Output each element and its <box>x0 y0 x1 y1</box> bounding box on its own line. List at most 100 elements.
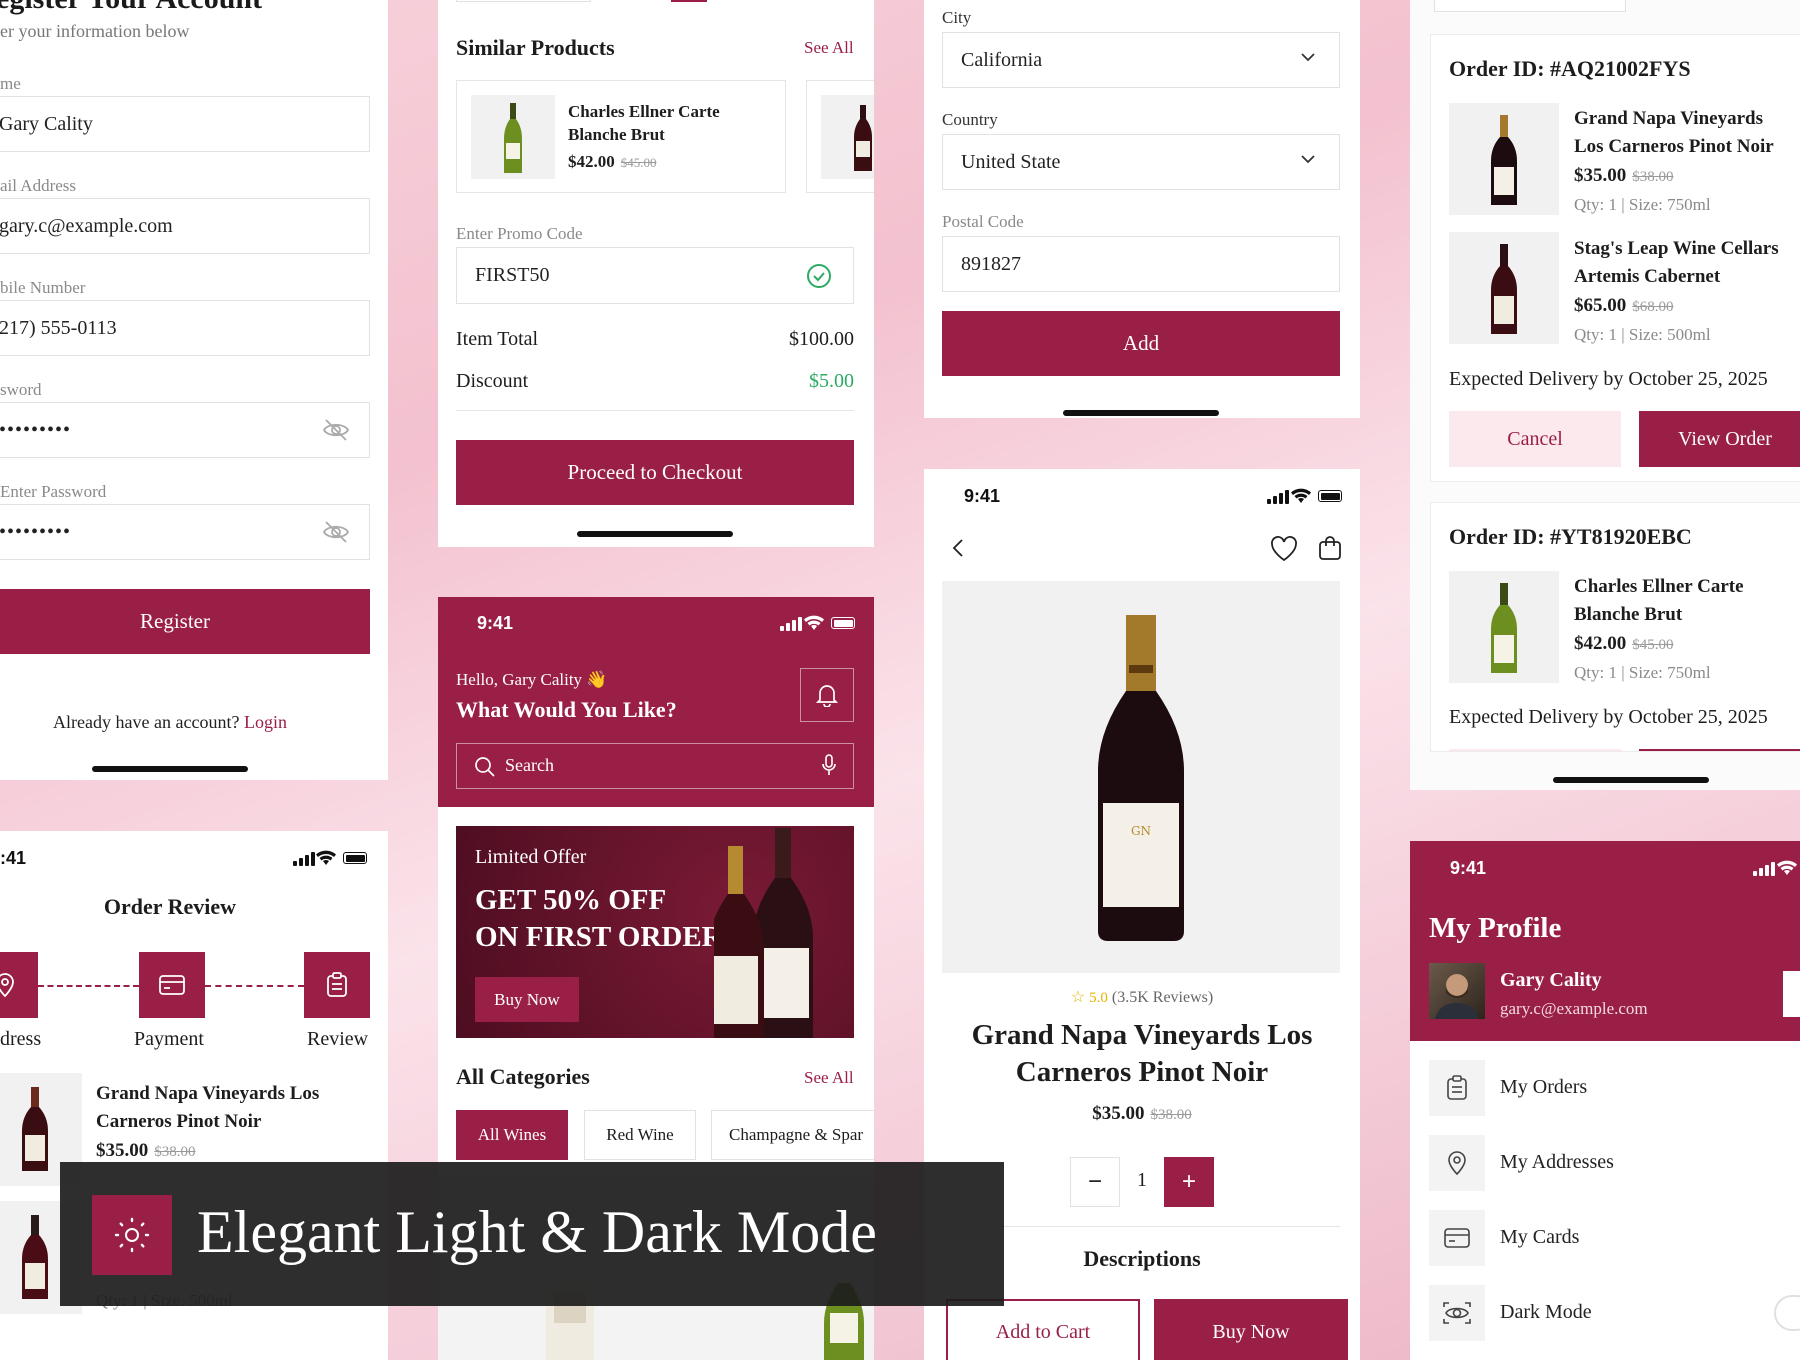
order1-item1-meta: Qty: 1 | Size: 750ml <box>1574 195 1711 214</box>
limited-offer-banner[interactable]: Limited Offer GET 50% OFF ON FIRST ORDER… <box>456 826 854 1038</box>
product-price: $35.00 $38.00 <box>924 1103 1360 1125</box>
order1-item1-name-line2: Los Carneros Pinot Noir <box>1574 136 1774 157</box>
shopping-bag-icon[interactable] <box>1318 535 1342 561</box>
categories-title: All Categories <box>456 1064 590 1089</box>
buy-now-button[interactable]: Buy Now <box>475 977 579 1022</box>
password-field[interactable]: ••••••••• <box>0 402 370 458</box>
status-time: :41 <box>0 848 27 868</box>
dark-mode-menu-icon <box>1429 1285 1485 1341</box>
proceed-checkout-button[interactable]: Proceed to Checkout <box>456 440 854 505</box>
offer-label: Limited Offer <box>475 846 587 868</box>
home-indicator <box>577 531 733 537</box>
country-select[interactable]: United State <box>942 134 1340 190</box>
country-label: Country <box>942 110 998 129</box>
step-label-payment: Payment <box>134 1028 204 1050</box>
expected-delivery-1: Expected Delivery by October 25, 2025 <box>1449 368 1768 390</box>
item-total-label: Item Total <box>456 328 539 350</box>
see-all-link[interactable]: See All <box>804 1068 854 1088</box>
address-screen: City California Country United State Pos… <box>924 0 1360 418</box>
confirm-label: Enter Password <box>0 482 107 501</box>
offer-line-1: GET 50% OFF <box>475 884 667 916</box>
similar-products-title: Similar Products <box>456 35 615 60</box>
add-button[interactable]: Add <box>942 311 1340 376</box>
wifi-icon <box>804 615 824 630</box>
category-chip-champagne[interactable]: Champagne & Spar <box>711 1110 874 1160</box>
postal-code-field[interactable]: 891827 <box>942 236 1340 292</box>
heart-icon[interactable] <box>1270 536 1298 562</box>
menu-my-addresses[interactable]: My Addresses <box>1500 1151 1614 1174</box>
signal-icon <box>293 852 315 866</box>
notification-button[interactable] <box>800 668 854 722</box>
eye-off-icon[interactable] <box>322 417 350 443</box>
wine-bottle-image <box>1491 115 1517 205</box>
view-order-button[interactable]: View Order <box>1639 411 1800 467</box>
status-time: 9:41 <box>964 486 1001 506</box>
promo-label: Enter Promo Code <box>456 224 583 243</box>
home-indicator <box>92 766 248 772</box>
promo-code-field[interactable]: FIRST50 <box>456 247 854 304</box>
order-id-1: Order ID: #AQ21002FYS <box>1449 56 1691 81</box>
person-photo <box>1435 974 1479 1019</box>
city-value: California <box>961 48 1043 71</box>
search-input[interactable]: Search <box>456 743 854 789</box>
signal-icon <box>780 617 802 631</box>
confirm-password-field[interactable]: ••••••••• <box>0 504 370 560</box>
address-step-icon[interactable] <box>0 952 38 1018</box>
add-to-cart-button[interactable]: Add to Cart <box>946 1299 1140 1360</box>
view-order-button-partial[interactable] <box>1639 749 1800 751</box>
city-select[interactable]: California <box>942 32 1340 88</box>
home-indicator <box>1553 777 1709 783</box>
see-all-link[interactable]: See All <box>804 38 854 58</box>
credit-card-icon <box>1444 1228 1470 1248</box>
item-price: $35.00 $38.00 <box>96 1140 196 1162</box>
register-subtitle: er your information below <box>0 21 190 41</box>
wine-bottle-image <box>1491 244 1517 334</box>
similar-product-card-partial[interactable] <box>806 80 874 193</box>
divider <box>456 410 854 411</box>
dark-mode-toggle[interactable] <box>1774 1295 1800 1331</box>
chevron-down-icon <box>1301 53 1315 62</box>
microphone-icon[interactable] <box>821 754 837 778</box>
login-link[interactable]: Login <box>244 712 287 732</box>
menu-my-cards[interactable]: My Cards <box>1500 1226 1579 1249</box>
menu-my-orders[interactable]: My Orders <box>1500 1076 1587 1099</box>
orders-menu-icon <box>1429 1060 1485 1116</box>
category-chip-all-wines[interactable]: All Wines <box>456 1110 568 1160</box>
champagne-bottle-image <box>1491 583 1517 673</box>
reviews-count: (3.5K Reviews) <box>1111 989 1214 1006</box>
product-thumbnail <box>471 95 555 179</box>
search-icon <box>475 757 495 777</box>
cancel-button-partial[interactable] <box>1449 749 1621 751</box>
register-button[interactable]: Register <box>0 589 370 654</box>
item-price-value: $35.00 <box>96 1140 149 1161</box>
register-screen: egister Your Account er your information… <box>0 0 388 780</box>
greeting-text: Hello, Gary Cality 👋 <box>456 670 608 689</box>
quantity-decrease-button[interactable]: − <box>1070 1157 1120 1207</box>
signal-icon <box>1267 490 1289 504</box>
step-label-address: dress <box>0 1028 42 1050</box>
name-field[interactable]: Gary Cality <box>0 96 370 152</box>
password-value: ••••••••• <box>0 418 72 441</box>
battery-icon <box>1318 490 1342 502</box>
my-orders-screen: Order ID: #AQ21002FYS Grand Napa Vineyar… <box>1410 0 1800 790</box>
check-circle-icon <box>807 264 831 288</box>
similar-product-card[interactable]: Charles Ellner Carte Blanche Brut $42.00… <box>456 80 786 193</box>
buy-now-button[interactable]: Buy Now <box>1154 1299 1348 1360</box>
eye-off-icon[interactable] <box>322 519 350 545</box>
back-arrow-icon[interactable] <box>952 538 964 558</box>
wine-bottle-image <box>22 1087 48 1171</box>
wifi-icon <box>1291 488 1311 503</box>
profile-title: My Profile <box>1429 912 1562 944</box>
wine-bottle-image <box>854 105 872 171</box>
review-step-icon[interactable] <box>304 952 370 1018</box>
quantity-increase-button[interactable]: + <box>1164 1157 1214 1207</box>
edit-profile-button[interactable] <box>1783 971 1800 1017</box>
top-partial-field <box>456 0 591 2</box>
payment-step-icon[interactable] <box>139 952 205 1018</box>
email-field[interactable]: gary.c@example.com <box>0 198 370 254</box>
cancel-button[interactable]: Cancel <box>1449 411 1621 467</box>
mobile-field[interactable]: 217) 555-0113 <box>0 300 370 356</box>
category-chip-red-wine[interactable]: Red Wine <box>584 1110 696 1160</box>
rating-value: 5.0 <box>1089 990 1108 1006</box>
promo-value: FIRST50 <box>475 264 550 286</box>
